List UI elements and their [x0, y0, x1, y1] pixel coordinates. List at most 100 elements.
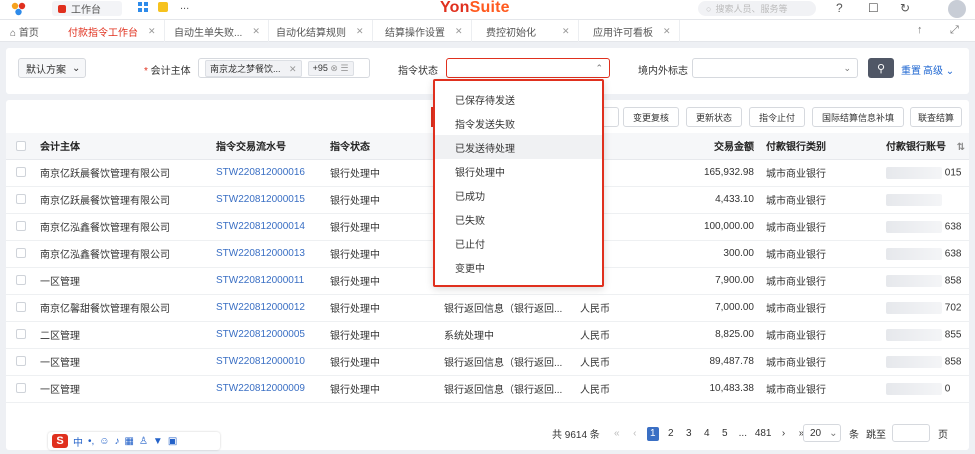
cell-serial-link[interactable]: STW220812000009 [216, 375, 330, 403]
dropdown-option[interactable]: 已保存待发送 [435, 87, 602, 111]
cell-serial-link[interactable]: STW220812000010 [216, 348, 330, 376]
user-icon[interactable]: ♙ [139, 436, 148, 447]
cell-serial-link[interactable]: STW220812000014 [216, 213, 330, 241]
apps-grid-icon[interactable] [138, 2, 148, 12]
row-checkbox[interactable] [6, 348, 40, 376]
page-last[interactable]: 481 [755, 427, 772, 441]
toolbox-icon[interactable]: ▣ [168, 436, 177, 447]
dropdown-option[interactable]: 银行处理中 [435, 159, 602, 183]
search-button[interactable]: ⚲ [868, 58, 894, 78]
tab-auto-gen-failed[interactable]: 自动生单失败... ✕ [166, 20, 269, 42]
col-entity[interactable]: 会计主体 [40, 133, 216, 160]
advanced-link[interactable]: 高级 ⌄ [923, 62, 954, 77]
table-row[interactable]: 一区管理 STW220812000010 银行处理中 银行返回信息（银行返回... 人民… [6, 348, 969, 376]
table-row[interactable]: 一区管理 STW220812000009 银行处理中 银行返回信息（银行返回... 人民… [6, 375, 969, 403]
cell-currency: 人民币 [580, 375, 656, 403]
refresh-icon[interactable]: ↻ [900, 1, 910, 15]
mic-icon[interactable]: ♪ [115, 436, 120, 447]
close-icon[interactable]: ✕ [252, 26, 260, 37]
cell-serial-link[interactable]: STW220812000005 [216, 321, 330, 349]
row-checkbox[interactable] [6, 294, 40, 322]
dropdown-option[interactable]: 变更中 [435, 255, 602, 279]
row-checkbox[interactable] [6, 213, 40, 241]
update-status-button[interactable]: 更新状态 [686, 107, 742, 127]
select-all-checkbox[interactable] [6, 133, 40, 160]
status-select[interactable]: ⌃ [446, 58, 610, 78]
col-amount[interactable]: 交易金额 [656, 133, 766, 160]
punctuation-icon[interactable]: •, [88, 436, 94, 447]
chat-icon[interactable]: ☐ [868, 1, 879, 15]
row-checkbox[interactable] [6, 186, 40, 214]
domestic-select[interactable]: ⌄ [692, 58, 858, 78]
cell-serial-link[interactable]: STW220812000011 [216, 267, 330, 295]
table-row[interactable]: 南京亿馨甜餐饮管理有限公司 STW220812000012 银行处理中 银行返回信息（… [6, 294, 969, 322]
intl-info-button[interactable]: 国际结算信息补填 [812, 107, 904, 127]
page-2[interactable]: 2 [665, 427, 677, 441]
ime-logo-icon[interactable]: S [52, 434, 68, 448]
change-review-button[interactable]: 变更复核 [623, 107, 679, 127]
tab-settlement-settings[interactable]: 结算操作设置 ✕ [377, 20, 472, 42]
close-icon[interactable]: ✕ [663, 26, 671, 37]
emoji-icon[interactable]: ☺ [99, 436, 109, 447]
avatar[interactable] [948, 0, 966, 18]
dropdown-option[interactable]: 已成功 [435, 183, 602, 207]
search-placeholder: 搜索人员、服务等 [715, 4, 788, 14]
keyboard-icon[interactable]: ▦ [125, 436, 134, 447]
cell-serial-link[interactable]: STW220812000012 [216, 294, 330, 322]
cell-serial-link[interactable]: STW220812000015 [216, 186, 330, 214]
row-checkbox[interactable] [6, 240, 40, 268]
next-page-icon[interactable]: › [778, 427, 790, 441]
col-status[interactable]: 指令状态 [330, 133, 444, 160]
workbench-button[interactable]: 工作台 [52, 1, 122, 16]
close-icon[interactable]: ✕ [356, 26, 364, 37]
page-ellipsis[interactable]: ... [737, 427, 749, 441]
dropdown-option[interactable]: 已失败 [435, 207, 602, 231]
workbench-label: 工作台 [71, 5, 101, 16]
global-search-input[interactable]: ○ 搜索人员、服务等 [698, 1, 816, 16]
column-settings-icon[interactable]: ⇅ [957, 142, 965, 153]
scheme-select[interactable]: 默认方案 ⌄ [18, 58, 86, 78]
reset-link[interactable]: 重置 [901, 62, 921, 77]
row-checkbox[interactable] [6, 375, 40, 403]
dropdown-option[interactable]: 已发送待处理 [435, 135, 602, 159]
col-bank-type[interactable]: 付款银行类别 [766, 133, 886, 160]
more-menu[interactable]: ... [180, 0, 189, 12]
page-4[interactable]: 4 [701, 427, 713, 441]
tab-auto-settlement-rules[interactable]: 自动化结算规则 ✕ [268, 20, 373, 42]
entity-field[interactable]: 南京龙之梦餐饮... ✕ +95 ⊗ ☰ [198, 58, 370, 78]
prev-page-icon[interactable]: ‹ [629, 427, 641, 441]
home-tab[interactable]: ⌂ 首页 [10, 24, 39, 39]
page-1[interactable]: 1 [646, 426, 659, 441]
stop-payment-button[interactable]: 指令止付 [749, 107, 805, 127]
close-icon[interactable]: ✕ [455, 26, 463, 37]
dropdown-option[interactable]: 已止付 [435, 231, 602, 255]
cell-account: 638 [886, 240, 969, 268]
cell-serial-link[interactable]: STW220812000013 [216, 240, 330, 268]
cell-serial-link[interactable]: STW220812000016 [216, 159, 330, 187]
dropdown-option[interactable]: 指令发送失败 [435, 111, 602, 135]
page-5[interactable]: 5 [719, 427, 731, 441]
row-checkbox[interactable] [6, 159, 40, 187]
page-size-select[interactable]: 20 ⌄ [803, 424, 841, 442]
tab-payment-workbench[interactable]: 付款指令工作台 ✕ [60, 20, 165, 42]
page-3[interactable]: 3 [683, 427, 695, 441]
close-icon[interactable]: ✕ [562, 26, 570, 37]
help-icon[interactable]: ? [836, 1, 843, 15]
ime-mode[interactable]: 中 [73, 434, 83, 449]
col-serial[interactable]: 指令交易流水号 [216, 133, 330, 160]
table-row[interactable]: 二区管理 STW220812000005 银行处理中 系统处理中 人民币 8,825.00… [6, 321, 969, 349]
tab-expense-init[interactable]: 费控初始化 ✕ [478, 20, 579, 42]
close-icon[interactable]: ✕ [148, 26, 156, 37]
jump-page-input[interactable] [892, 424, 930, 442]
first-page-icon[interactable]: « [611, 427, 623, 441]
favorites-icon[interactable] [158, 2, 168, 12]
col-account[interactable]: 付款银行账号 ⇅ [886, 133, 969, 160]
row-checkbox[interactable] [6, 267, 40, 295]
row-checkbox[interactable] [6, 321, 40, 349]
skin-icon[interactable]: ▼ [153, 436, 163, 447]
entity-more-chip[interactable]: +95 ⊗ ☰ [307, 60, 354, 76]
tab-license-board[interactable]: 应用许可看板 ✕ [585, 20, 680, 42]
fullscreen-icon[interactable]: ⤢ [950, 24, 959, 37]
collapse-up-icon[interactable]: ↑ [917, 24, 923, 36]
query-settlement-button[interactable]: 联查结算 [910, 107, 962, 127]
